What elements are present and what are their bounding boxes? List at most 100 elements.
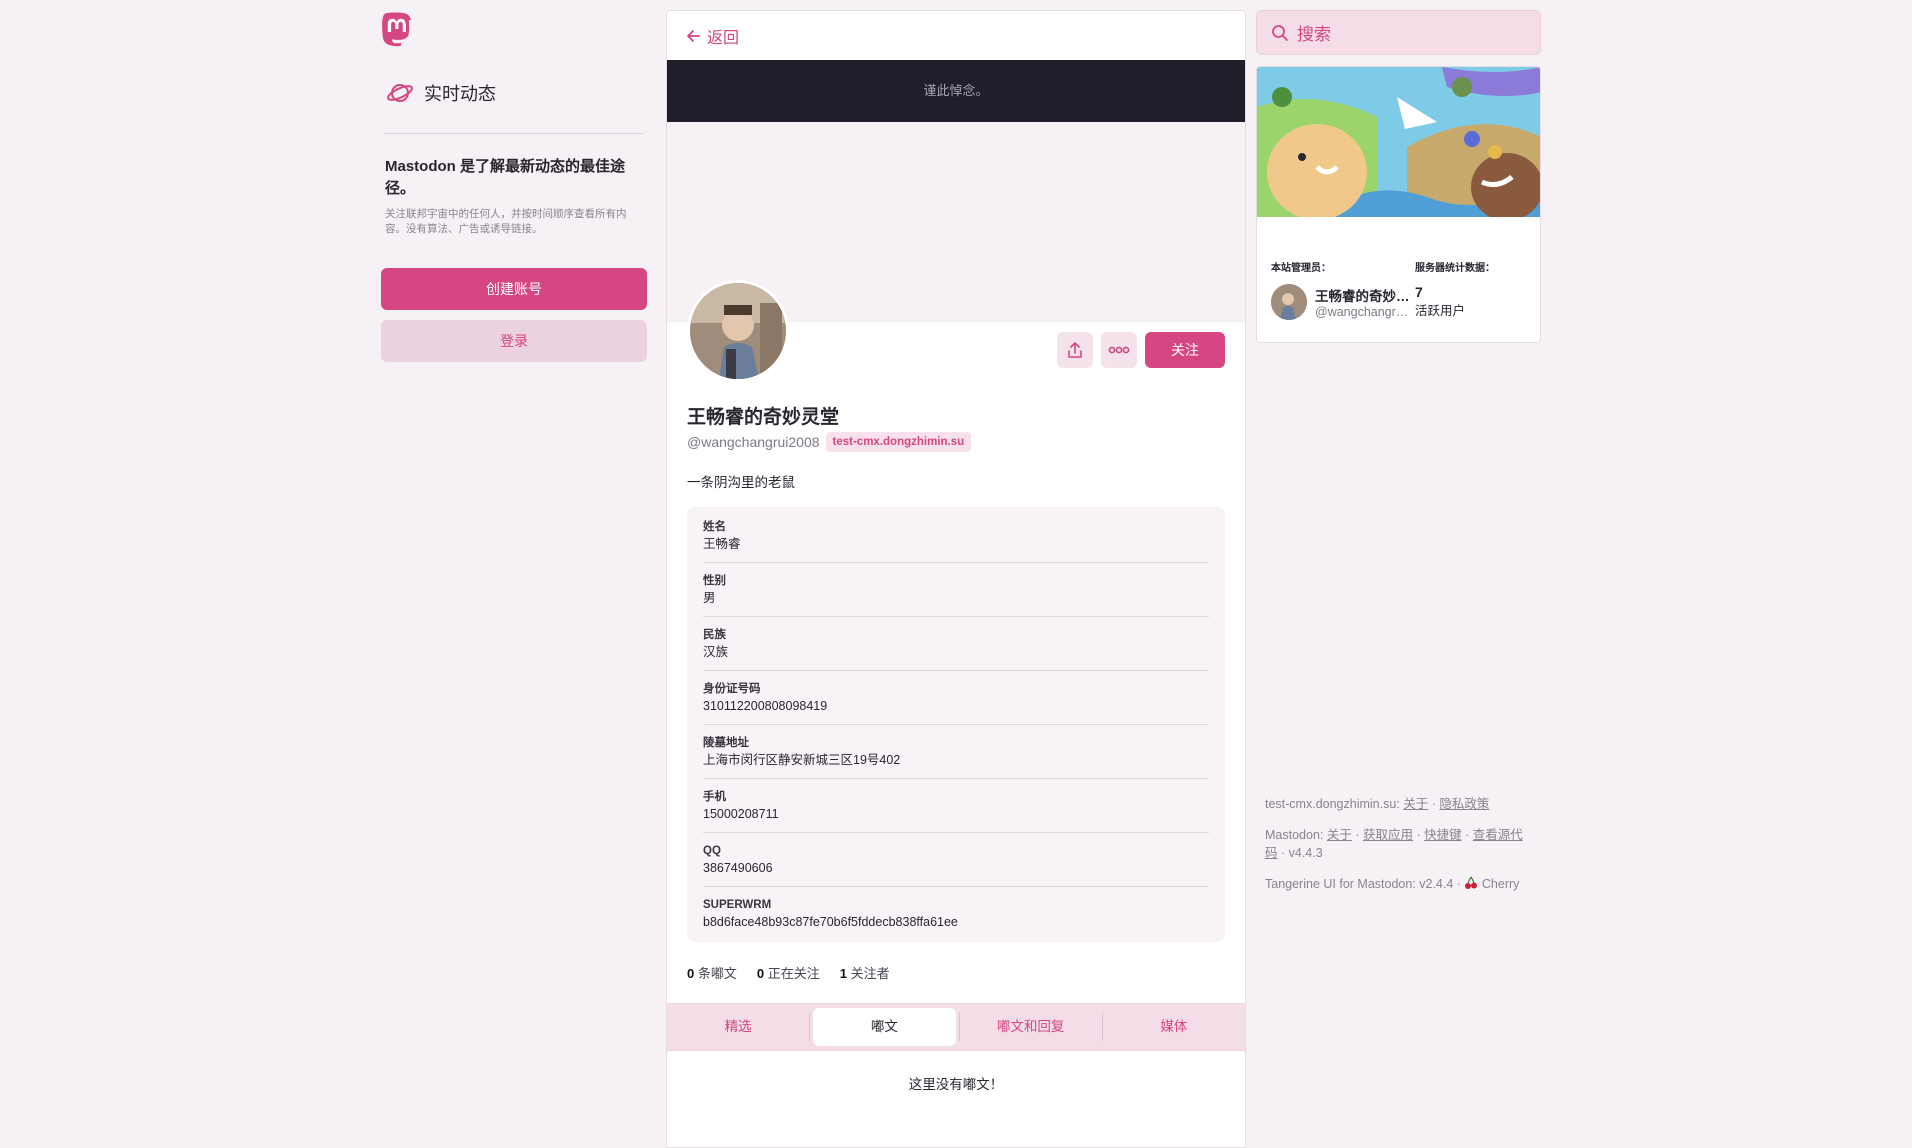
posts-count[interactable]: 0 条嘟文 [687, 963, 737, 983]
account-handle: @wangchangrui2008 [687, 434, 820, 450]
field-value: 王畅睿 [703, 537, 741, 551]
display-name: 王畅睿的奇妙灵堂 [687, 407, 840, 428]
hero-illustration [1257, 67, 1540, 217]
posts-count-label: 条嘟文 [697, 966, 737, 981]
profile-bio: 一条阴沟里的老鼠 [687, 475, 795, 490]
admin-avatar-photo [1271, 284, 1307, 320]
footer-tangerine: Tangerine UI for Mastodon: v2.4.4 [1265, 877, 1454, 891]
field-name: 民族 [703, 629, 726, 641]
admin-handle: @wangchangrui2008 [1315, 305, 1415, 319]
profile-info: 关注 王畅睿的奇妙灵堂 @wangchangrui2008 test-cmx.d… [667, 280, 1245, 983]
create-account-button[interactable]: 创建账号 [381, 268, 647, 310]
field-value: 15000208711 [703, 807, 779, 821]
field-value: 男 [703, 591, 716, 605]
following-count-label: 正在关注 [767, 966, 820, 981]
server-stats: 本站管理员： 王畅睿的奇妙灵堂 @wangchangrui2008 [1257, 259, 1540, 320]
profile-field: 姓名 王畅睿 [703, 509, 1209, 563]
footer-about-mastodon-link[interactable]: 关于 [1327, 828, 1352, 842]
follow-button[interactable]: 关注 [1145, 332, 1225, 368]
following-count-number: 0 [756, 966, 765, 981]
admin-account[interactable]: 王畅睿的奇妙灵堂 @wangchangrui2008 [1271, 284, 1415, 320]
domain-badge[interactable]: test-cmx.dongzhimin.su [825, 432, 972, 452]
pitch-title: Mastodon 是了解最新动态的最佳途径。 [385, 158, 625, 197]
profile-fields: 姓名 王畅睿 性别 男 民族 汉族 身份证号码 3101122008080984… [687, 507, 1225, 942]
handle-row: @wangchangrui2008 test-cmx.dongzhimin.su [687, 432, 1225, 452]
footer-mastodon: Mastodon [1265, 828, 1320, 842]
footer-privacy-link[interactable]: 隐私政策 [1439, 797, 1489, 811]
admin-name: 王畅睿的奇妙灵堂 [1315, 289, 1415, 304]
server-hero-image [1257, 67, 1540, 217]
search-icon [1272, 24, 1288, 41]
profile-field: 身份证号码 310112200808098419 [703, 671, 1209, 725]
back-button[interactable]: 返回 [667, 11, 1245, 60]
tab-posts-and-replies[interactable]: 嘟文和回复 [960, 1008, 1102, 1046]
empty-timeline-message: 这里没有嘟文！ [908, 1077, 1004, 1092]
admin-column: 本站管理员： 王畅睿的奇妙灵堂 @wangchangrui2008 [1271, 259, 1415, 320]
divider [384, 133, 644, 134]
profile-field: 陵墓地址 上海市闵行区静安新城三区19号402 [703, 725, 1209, 779]
field-name: 性别 [703, 575, 726, 587]
account-counts: 0 条嘟文 0 正在关注 1 关注者 [687, 963, 1225, 983]
profile-field: SUPERWRM b8d6face48b93c87fe70b6f5fddecb8… [703, 887, 1209, 940]
search-input[interactable]: 搜索 [1256, 10, 1541, 55]
right-sidebar: 搜索 本站管理员： 王畅睿的奇妙灵堂 @wangchangrui2 服务器统计数… [1256, 10, 1541, 343]
field-name: 身份证号码 [703, 683, 761, 695]
footer-version: v4.4.3 [1288, 846, 1323, 860]
share-button[interactable] [1057, 332, 1093, 368]
admin-text: 王畅睿的奇妙灵堂 @wangchangrui2008 [1315, 285, 1415, 319]
nav-live-feeds[interactable]: 实时动态 [386, 76, 647, 110]
field-value: 3867490606 [703, 861, 773, 875]
footer-domain: test-cmx.dongzhimin.su [1265, 797, 1397, 811]
mastodon-logo-icon[interactable] [382, 12, 412, 48]
more-button[interactable] [1101, 332, 1137, 368]
left-sidebar: 实时动态 Mastodon 是了解最新动态的最佳途径。 关注联邦宇宙中的任何人，… [381, 12, 647, 362]
following-count[interactable]: 0 正在关注 [757, 963, 820, 983]
followers-count-number: 1 [839, 966, 847, 981]
tab-separator [809, 1013, 811, 1041]
avatar[interactable] [687, 280, 789, 382]
followers-count[interactable]: 1 关注者 [840, 963, 890, 983]
planet-icon [387, 84, 413, 102]
profile-tabs: 精选 嘟文 嘟文和回复 媒体 [667, 1003, 1245, 1051]
tab-posts[interactable]: 嘟文 [813, 1008, 956, 1046]
profile-column: 返回 谨此悼念。 关注 王畅睿的奇妙灵堂 @wangchangrui2008 t… [666, 10, 1246, 1148]
profile-field: 民族 汉族 [703, 617, 1209, 671]
site-footer: test-cmx.dongzhimin.su: 关于 · 隐私政策 Mastod… [1265, 795, 1535, 906]
arrow-left-icon [687, 29, 700, 42]
active-users-count: 7 [1415, 284, 1423, 300]
stats-label: 服务器统计数据： [1415, 263, 1495, 274]
more-icon [1108, 346, 1130, 354]
admin-avatar [1271, 284, 1307, 320]
field-value: 上海市闵行区静安新城三区19号402 [703, 753, 901, 767]
cherry-icon [1465, 876, 1478, 889]
field-name: 姓名 [703, 521, 726, 533]
memorial-banner: 谨此悼念。 [667, 60, 1245, 122]
profile-field: 手机 15000208711 [703, 779, 1209, 833]
profile-field: 性别 男 [703, 563, 1209, 617]
field-value: 汉族 [703, 645, 729, 659]
field-value: 310112200808098419 [703, 699, 828, 713]
followers-count-label: 关注者 [850, 966, 890, 981]
stats-column: 服务器统计数据： 7 活跃用户 [1415, 259, 1526, 320]
field-value: b8d6face48b93c87fe70b6f5fddecb838ffa61ee [703, 915, 958, 929]
footer-about-link[interactable]: 关于 [1403, 797, 1428, 811]
field-name: 手机 [703, 791, 726, 803]
footer-get-app-link[interactable]: 获取应用 [1363, 828, 1413, 842]
footer-shortcuts-link[interactable]: 快捷键 [1424, 828, 1462, 842]
active-users-label: 活跃用户 [1415, 304, 1466, 318]
search-placeholder: 搜索 [1297, 25, 1331, 44]
login-button[interactable]: 登录 [381, 320, 647, 362]
admin-label: 本站管理员： [1271, 263, 1331, 274]
nav-live-label: 实时动态 [424, 84, 496, 104]
footer-cherry: Cherry [1481, 877, 1520, 891]
profile-field: QQ 3867490606 [703, 833, 1209, 887]
back-label: 返回 [707, 29, 740, 47]
footer-server-links: test-cmx.dongzhimin.su: 关于 · 隐私政策 [1265, 797, 1490, 811]
field-name: 陵墓地址 [703, 737, 749, 749]
tab-featured[interactable]: 精选 [667, 1008, 809, 1046]
server-info-card: 本站管理员： 王畅睿的奇妙灵堂 @wangchangrui2008 [1256, 66, 1541, 343]
footer-theme-info: Tangerine UI for Mastodon: v2.4.4 · Cher… [1265, 876, 1520, 891]
posts-count-number: 0 [687, 966, 695, 981]
tab-media[interactable]: 媒体 [1103, 1008, 1245, 1046]
pitch-subtitle: 关注联邦宇宙中的任何人，并按时间顺序查看所有内容。没有算法、广告或诱导链接。 [385, 208, 627, 235]
